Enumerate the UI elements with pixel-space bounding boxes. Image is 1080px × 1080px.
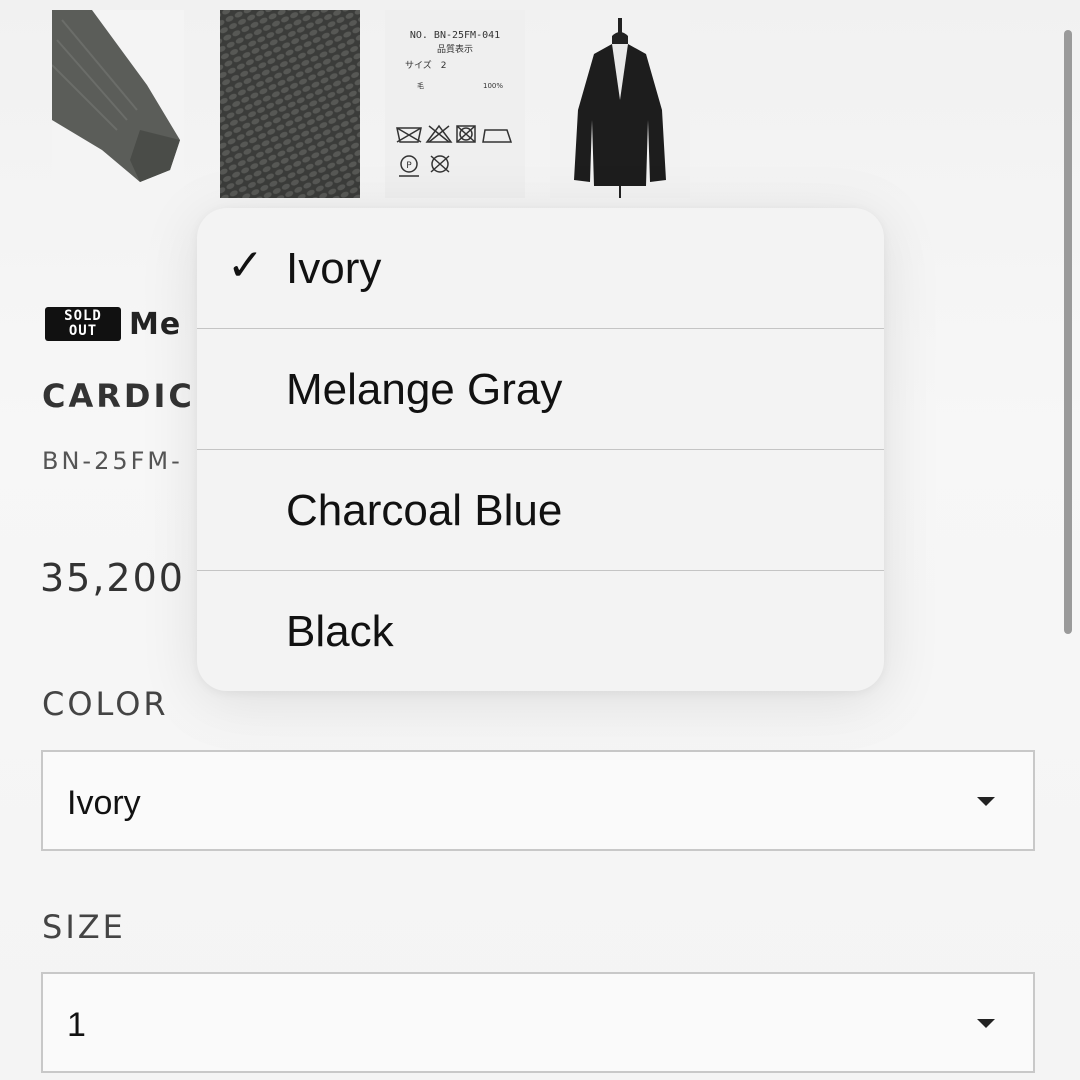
size-label: SIZE bbox=[42, 908, 126, 946]
color-label: COLOR bbox=[42, 685, 169, 723]
product-name-text: Me bbox=[129, 306, 182, 342]
color-select-value: Ivory bbox=[67, 784, 141, 822]
tag-line-3: サイズ 2 bbox=[405, 59, 446, 71]
badge-line-1: SOLD bbox=[64, 308, 102, 324]
dropdown-option-label: Melange Gray bbox=[286, 365, 563, 414]
chevron-down-icon bbox=[977, 1019, 995, 1028]
product-gallery: NO. BN-25FM-041 品質表示 サイズ 2 毛 100% P bbox=[52, 10, 712, 200]
dropdown-option-melange-gray[interactable]: Melange Gray bbox=[197, 329, 884, 450]
dropdown-option-label: Charcoal Blue bbox=[286, 486, 563, 535]
dropdown-option-ivory[interactable]: ✓ Ivory bbox=[197, 208, 884, 329]
gallery-thumbnail-care-tag[interactable]: NO. BN-25FM-041 品質表示 サイズ 2 毛 100% P bbox=[385, 10, 525, 198]
dropdown-option-label: Ivory bbox=[286, 244, 382, 293]
tag-line-2: 品質表示 bbox=[437, 43, 473, 55]
dropdown-option-charcoal-blue[interactable]: Charcoal Blue bbox=[197, 450, 884, 571]
gallery-thumbnail-knit-texture[interactable] bbox=[220, 10, 360, 198]
scrollbar[interactable] bbox=[1064, 30, 1072, 634]
size-select-value: 1 bbox=[67, 1006, 86, 1044]
dropdown-option-black[interactable]: Black bbox=[197, 571, 884, 691]
dropdown-option-label: Black bbox=[286, 607, 394, 656]
product-price: 35,200 bbox=[40, 556, 185, 600]
sold-out-badge: SOLD OUT bbox=[45, 307, 121, 341]
gallery-thumbnail-sleeve[interactable] bbox=[52, 10, 184, 198]
color-dropdown-menu: ✓ Ivory Melange Gray Charcoal Blue Black bbox=[197, 208, 884, 691]
svg-text:P: P bbox=[406, 161, 412, 171]
chevron-down-icon bbox=[977, 797, 995, 806]
tag-line-4-left: 毛 bbox=[417, 81, 424, 90]
tag-line-1: NO. BN-25FM-041 bbox=[410, 30, 500, 41]
badge-line-2: OUT bbox=[68, 323, 98, 339]
product-name: SOLD OUT Me bbox=[45, 304, 181, 344]
size-select[interactable]: 1 bbox=[41, 972, 1035, 1073]
tag-line-4-right: 100% bbox=[483, 82, 503, 90]
gallery-thumbnail-mannequin[interactable] bbox=[550, 10, 690, 198]
color-select[interactable]: Ivory bbox=[41, 750, 1035, 851]
checkmark-icon: ✓ bbox=[227, 240, 264, 291]
product-category: CARDIC bbox=[42, 377, 195, 415]
product-code: BN-25FM- bbox=[42, 447, 183, 475]
